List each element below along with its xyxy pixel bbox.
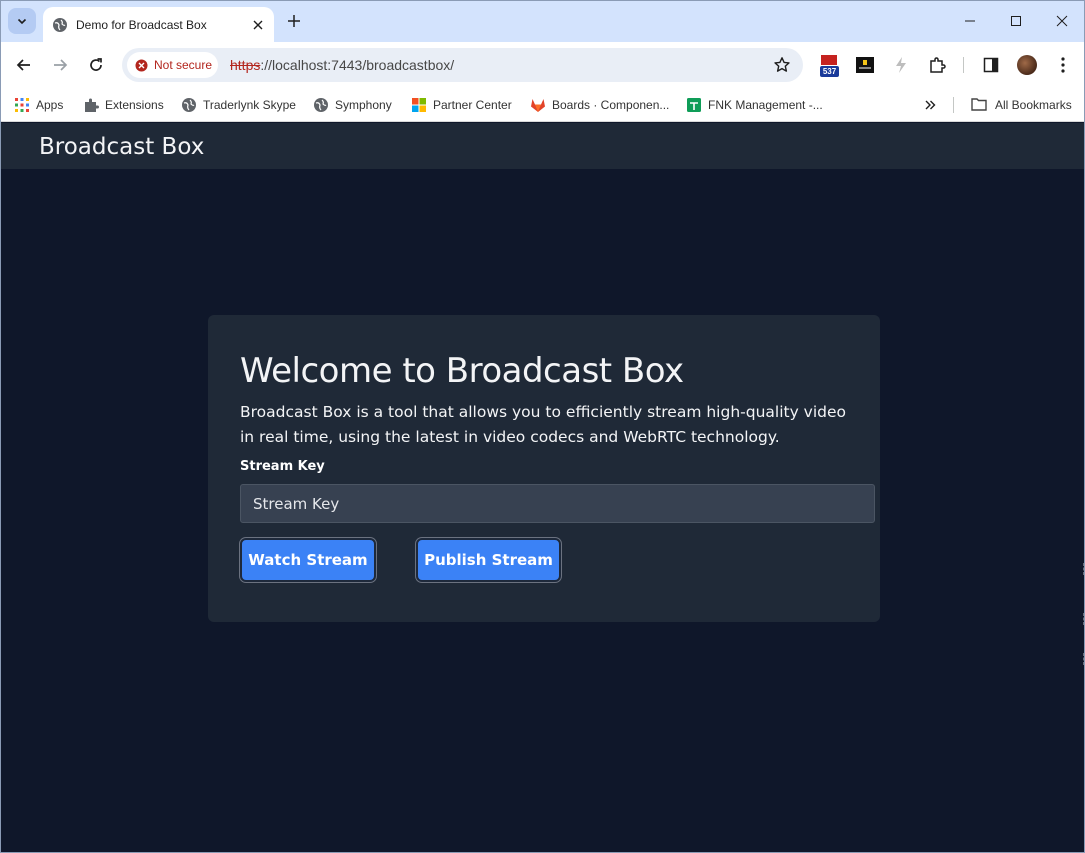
bookmark-fnk[interactable]: FNK Management -...: [686, 94, 823, 116]
toolbar-divider: [963, 57, 964, 73]
url-text[interactable]: https://localhost:7443/broadcastbox/: [230, 57, 454, 73]
bookmark-boards[interactable]: Boards · Componen...: [530, 94, 669, 116]
bookmarks-overflow-button[interactable]: [924, 94, 936, 116]
welcome-heading: Welcome to Broadcast Box: [240, 351, 684, 391]
welcome-card: Welcome to Broadcast Box Broadcast Box i…: [208, 315, 880, 622]
bookmark-label: Extensions: [105, 98, 164, 112]
sheets-icon: [686, 97, 702, 113]
globe-icon: [313, 97, 329, 113]
bookmark-partner-center[interactable]: Partner Center: [411, 94, 512, 116]
url-path: ://localhost:7443/broadcastbox/: [260, 57, 455, 73]
scroll-edge-marker: [1082, 613, 1084, 625]
bookmark-label: Partner Center: [433, 98, 512, 112]
security-chip[interactable]: Not secure: [127, 52, 218, 78]
window-close-button[interactable]: [1050, 10, 1074, 32]
maximize-button[interactable]: [1004, 10, 1028, 32]
stream-key-label: Stream Key: [240, 459, 325, 474]
warning-icon: [135, 59, 148, 72]
tab-strip: Demo for Broadcast Box: [1, 1, 1084, 42]
bookmarks-bar: Apps Extensions Traderlynk Skype Symphon…: [1, 88, 1084, 122]
bookmark-label: Apps: [36, 98, 64, 112]
apps-grid-icon: [14, 97, 30, 113]
tab-title: Demo for Broadcast Box: [76, 17, 207, 32]
lightning-icon: [894, 57, 908, 73]
back-button[interactable]: [12, 53, 36, 77]
bookmark-symphony[interactable]: Symphony: [313, 94, 392, 116]
more-vert-icon: [1061, 57, 1065, 73]
scroll-edge-marker: [1082, 653, 1084, 665]
watch-stream-button[interactable]: Watch Stream: [240, 538, 376, 582]
brand-title[interactable]: Broadcast Box: [39, 134, 204, 160]
all-bookmarks-label: All Bookmarks: [995, 98, 1072, 112]
bookmark-label: Boards · Componen...: [552, 98, 670, 112]
app-navbar: Broadcast Box: [1, 123, 1084, 169]
tab-search-button[interactable]: [8, 8, 36, 34]
puzzle-icon: [928, 56, 946, 74]
minimize-button[interactable]: [958, 10, 982, 32]
globe-icon: [52, 17, 68, 33]
puzzle-icon: [83, 97, 99, 113]
welcome-description: Broadcast Box is a tool that allows you …: [240, 403, 847, 446]
security-label: Not secure: [154, 58, 213, 72]
new-tab-button[interactable]: [284, 11, 304, 31]
plus-icon: [287, 14, 301, 28]
stream-key-input[interactable]: [240, 484, 875, 523]
bookmark-extensions[interactable]: Extensions: [83, 94, 164, 116]
bookmark-label: Symphony: [335, 98, 392, 112]
browser-toolbar: Not secure https://localhost:7443/broadc…: [1, 42, 1084, 88]
calendar-extension-button[interactable]: 537: [817, 53, 841, 77]
gitlab-icon: [530, 97, 546, 113]
lightning-extension-button[interactable]: [889, 53, 913, 77]
side-panel-icon: [983, 57, 999, 73]
close-icon: [1056, 15, 1068, 27]
profile-avatar[interactable]: [1017, 55, 1037, 75]
microsoft-icon: [411, 97, 427, 113]
extension-logo-icon: [856, 57, 874, 73]
arrow-left-icon: [16, 57, 32, 73]
close-icon[interactable]: [250, 17, 266, 33]
forward-button[interactable]: [48, 53, 72, 77]
address-bar[interactable]: Not secure https://localhost:7443/broadc…: [122, 48, 803, 82]
minimize-icon: [964, 15, 976, 27]
folder-icon: [971, 97, 987, 113]
bookmark-label: FNK Management -...: [708, 98, 823, 112]
browser-menu-button[interactable]: [1051, 53, 1075, 77]
bookmark-star-icon[interactable]: [773, 56, 791, 74]
browser-window: Demo for Broadcast Box Not secure https:…: [0, 0, 1085, 853]
bookmark-traderlynk[interactable]: Traderlynk Skype: [181, 94, 296, 116]
globe-icon: [181, 97, 197, 113]
bookmark-label: Traderlynk Skype: [203, 98, 296, 112]
active-tab[interactable]: Demo for Broadcast Box: [43, 7, 274, 42]
side-panel-button[interactable]: [979, 53, 1003, 77]
scroll-edge-marker: [1082, 563, 1084, 575]
bookmarks-divider: [953, 97, 954, 113]
url-scheme: https: [230, 57, 261, 73]
maximize-icon: [1010, 15, 1022, 27]
reload-icon: [88, 57, 104, 73]
extensions-button[interactable]: [925, 53, 949, 77]
reload-button[interactable]: [84, 53, 108, 77]
all-bookmarks-button[interactable]: All Bookmarks: [971, 94, 1072, 116]
bookmark-apps[interactable]: Apps: [14, 94, 63, 116]
page-content: Broadcast Box Welcome to Broadcast Box B…: [1, 123, 1084, 852]
double-chevron-right-icon: [924, 99, 936, 111]
arrow-right-icon: [52, 57, 68, 73]
publish-stream-button[interactable]: Publish Stream: [416, 538, 561, 582]
dark-extension-button[interactable]: [853, 53, 877, 77]
chevron-down-icon: [16, 15, 28, 27]
extension-badge: 537: [820, 66, 839, 77]
